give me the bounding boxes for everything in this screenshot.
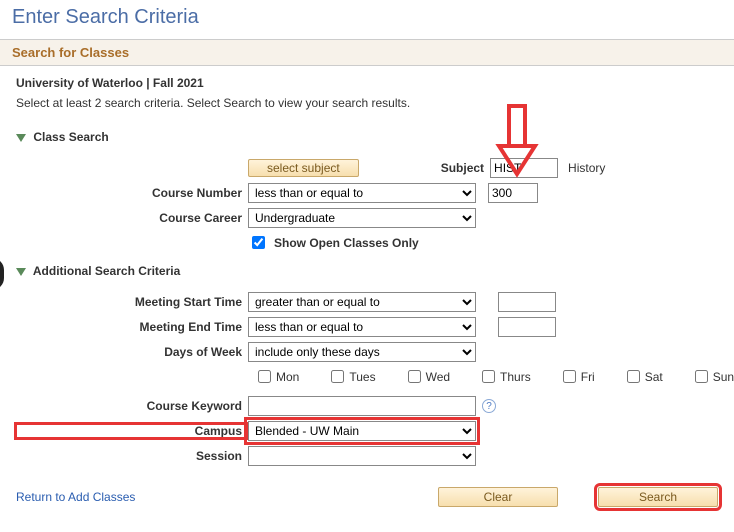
meeting-start-label: Meeting Start Time [16,295,248,309]
campus-label: Campus [195,424,242,438]
subject-label: Subject [441,161,484,175]
subject-description: History [568,161,605,175]
session-label: Session [16,449,248,463]
day-mon-label: Mon [276,370,299,384]
day-mon-checkbox[interactable] [258,370,271,383]
clear-button[interactable]: Clear [438,487,558,507]
additional-criteria-header: Additional Search Criteria [33,264,180,278]
day-fri-checkbox[interactable] [563,370,576,383]
class-search-toggle[interactable]: Class Search [16,130,718,144]
session-select[interactable] [248,446,476,466]
course-keyword-label: Course Keyword [16,399,248,413]
subject-input[interactable] [490,158,558,178]
collapse-icon [16,268,26,276]
additional-criteria-toggle[interactable]: Additional Search Criteria [16,264,718,278]
course-number-input[interactable] [488,183,538,203]
meeting-start-op-select[interactable]: greater than or equal to [248,292,476,312]
days-checkbox-row: Mon Tues Wed Thurs Fri Sat Sun [254,367,718,386]
context-line: University of Waterloo | Fall 2021 [16,76,718,90]
course-career-select[interactable]: Undergraduate [248,208,476,228]
day-wed-checkbox[interactable] [408,370,421,383]
course-number-label: Course Number [16,186,248,200]
meeting-end-label: Meeting End Time [16,320,248,334]
day-thurs-label: Thurs [500,370,531,384]
help-icon[interactable]: ? [482,399,496,413]
search-button[interactable]: Search [598,487,718,507]
return-link[interactable]: Return to Add Classes [16,490,135,504]
collapse-icon [16,134,26,142]
days-of-week-select[interactable]: include only these days [248,342,476,362]
campus-select[interactable]: Blended - UW Main [248,421,476,441]
section-header: Search for Classes [0,39,734,66]
select-subject-button[interactable]: select subject [248,159,359,177]
day-tues-checkbox[interactable] [331,370,344,383]
meeting-end-op-select[interactable]: less than or equal to [248,317,476,337]
meeting-start-input[interactable] [498,292,556,312]
class-search-header: Class Search [33,130,108,144]
day-sat-label: Sat [645,370,663,384]
day-thurs-checkbox[interactable] [482,370,495,383]
course-keyword-input[interactable] [248,396,476,416]
instruction-text: Select at least 2 search criteria. Selec… [16,96,718,110]
course-career-label: Course Career [16,211,248,225]
day-wed-label: Wed [426,370,450,384]
day-sat-checkbox[interactable] [627,370,640,383]
day-fri-label: Fri [581,370,595,384]
page-title: Enter Search Criteria [0,0,734,39]
meeting-end-input[interactable] [498,317,556,337]
days-of-week-label: Days of Week [16,345,248,359]
open-classes-checkbox[interactable] [252,236,265,249]
day-sun-checkbox[interactable] [695,370,708,383]
open-classes-label: Show Open Classes Only [274,236,419,250]
day-sun-label: Sun [713,370,734,384]
course-number-op-select[interactable]: less than or equal to [248,183,476,203]
day-tues-label: Tues [349,370,375,384]
